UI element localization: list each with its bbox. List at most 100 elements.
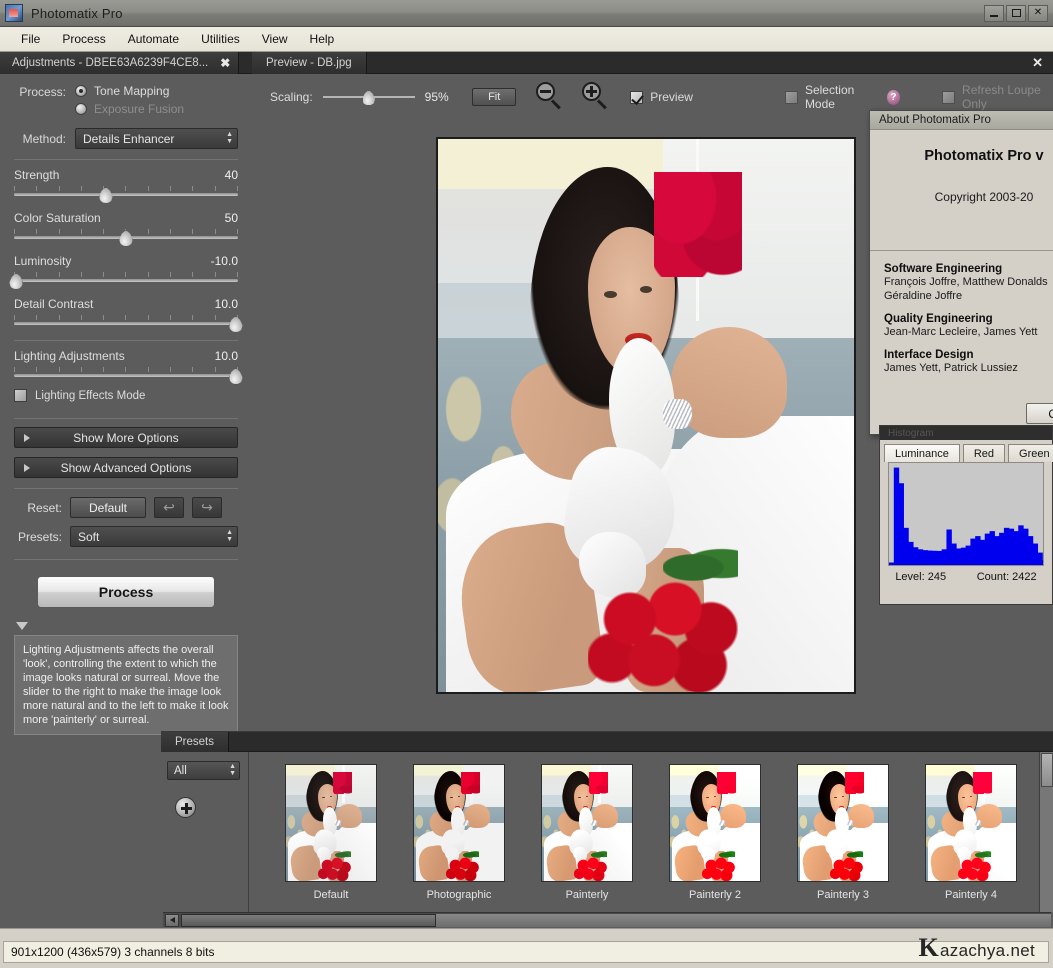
tab-preview[interactable]: Preview - DB.jpg [252,51,367,74]
preset-item[interactable]: Default [267,764,395,912]
tooltip-caret-icon [16,622,28,630]
slider-color-saturation-track[interactable] [14,229,238,247]
preview-image-content [438,139,854,692]
preset-item[interactable]: Painterly 4 [907,764,1035,912]
preset-thumbnail[interactable] [541,764,633,882]
preset-item[interactable]: Painterly [523,764,651,912]
presets-horizontal-scrollbar[interactable] [163,912,1051,927]
histogram-tab-luminance[interactable]: Luminance [884,444,960,462]
menu-process[interactable]: Process [51,29,116,49]
fit-button[interactable]: Fit [472,88,517,106]
scrollbar-trough[interactable] [436,913,1051,927]
show-advanced-options-label: Show Advanced Options [60,460,192,475]
add-preset-icon[interactable] [175,797,196,818]
slider-luminosity-track[interactable] [9,272,238,290]
slider-rail [14,279,238,282]
tab-adjustments-label: Adjustments - DBEE63A6239F4CE8... [12,56,209,69]
presets-row: Presets: Soft ▲ ▼ [14,526,238,547]
scaling-slider[interactable] [322,90,415,106]
histogram-bars [889,467,1043,565]
minimize-button[interactable] [984,4,1004,22]
checkbox-refresh-loupe[interactable]: Refresh Loupe Only [942,83,1053,111]
about-ok-button[interactable]: OK [1026,403,1053,424]
show-advanced-options-button[interactable]: Show Advanced Options [14,457,238,478]
credit-names-interface-design: James Yett, Patrick Lussiez [884,362,1018,374]
scaling-value: 95% [424,90,449,104]
menu-help[interactable]: Help [299,29,346,49]
checkbox-lighting-effects-mode[interactable]: Lighting Effects Mode [14,389,238,402]
maximize-button[interactable] [1006,4,1026,22]
presets-filter-select[interactable]: All ▲ ▼ [167,761,240,780]
slider-rail [14,322,238,325]
slider-strength[interactable]: Strength 40 [14,168,238,204]
slider-lighting-adjustments-track[interactable] [14,367,243,385]
slider-ticks [14,186,238,191]
title-bar: Photomatix Pro ✕ [0,0,1053,27]
menu-automate[interactable]: Automate [117,29,190,49]
preset-thumbnail[interactable] [413,764,505,882]
slider-lighting-adjustments[interactable]: Lighting Adjustments 10.0 [14,349,243,385]
preset-label: Photographic [426,889,492,901]
show-more-options-button[interactable]: Show More Options [14,427,238,448]
chevron-updown-icon: ▲ ▼ [226,131,233,145]
process-button[interactable]: Process [37,576,215,608]
slider-detail-contrast-track[interactable] [14,315,243,333]
preset-thumbnail[interactable] [797,764,889,882]
presets-vertical-scrollbar[interactable] [1039,752,1053,912]
divider-4 [14,488,238,489]
preset-thumbnail[interactable] [285,764,377,882]
scrollbar-thumb[interactable] [1040,753,1053,787]
preview-tabbar: Preview - DB.jpg ✕ [252,51,1053,74]
slider-color-saturation-value: 50 [224,211,238,225]
histogram-panel-titlebar: Histogram [880,426,1052,440]
undo-button[interactable]: ↩ [154,497,184,518]
checkbox-lighting-effects-mode-label: Lighting Effects Mode [35,389,146,402]
slider-luminosity[interactable]: Luminosity -10.0 [9,254,238,290]
zoom-in-icon[interactable] [580,81,608,113]
slider-luminosity-value: -10.0 [210,254,238,268]
tab-close-icon[interactable]: ✖ [220,56,230,70]
preview-close-icon[interactable]: ✕ [1032,55,1043,71]
tab-adjustments[interactable]: Adjustments - DBEE63A6239F4CE8... ✖ [0,51,240,74]
preset-label: Painterly 3 [817,889,869,901]
preset-item[interactable]: Painterly 2 [651,764,779,912]
about-product-name: Photomatix Pro v [924,148,1044,164]
tab-presets[interactable]: Presets [161,731,229,752]
slider-color-saturation[interactable]: Color Saturation 50 [14,211,238,247]
slider-ticks [14,272,238,277]
histogram-tab-red[interactable]: Red [962,444,1006,462]
checkbox-selection-mode[interactable]: Selection Mode [784,83,875,111]
radio-tone-mapping[interactable]: Tone Mapping [75,84,184,98]
chevron-updown-icon: ▲ ▼ [229,763,236,777]
histogram-tab-green[interactable]: Green [1008,444,1053,462]
triangle-right-icon [24,463,30,472]
checkbox-preview[interactable]: Preview [630,90,693,104]
preset-thumbnail[interactable] [925,764,1017,882]
scrollbar-thumb[interactable] [181,913,436,927]
reset-default-button[interactable]: Default [70,497,146,518]
scaling-slider-knob[interactable] [362,90,376,106]
preset-item[interactable]: Photographic [395,764,523,912]
status-bar: 901x1200 (436x579) 3 channels 8 bits K a… [0,928,1053,968]
presets-select[interactable]: Soft ▲ ▼ [70,526,238,547]
preset-label: Default [313,889,349,901]
menu-file[interactable]: File [10,29,51,49]
slider-strength-track[interactable] [14,186,238,204]
watermark: K azachya.net [918,933,1035,963]
help-icon[interactable]: ? [886,89,901,105]
close-button[interactable]: ✕ [1028,4,1048,22]
preview-image[interactable] [436,137,856,694]
presets-filter-value: All [174,764,187,777]
menu-utilities[interactable]: Utilities [190,29,251,49]
method-select[interactable]: Details Enhancer ▲ ▼ [75,128,238,149]
histogram-footer: Level: 245 Count: 2422 [880,566,1052,588]
redo-button[interactable]: ↪ [192,497,222,518]
radio-exposure-fusion[interactable]: Exposure Fusion [75,102,184,116]
preset-thumbnail[interactable] [669,764,761,882]
menu-view[interactable]: View [251,29,299,49]
scroll-left-button[interactable] [165,913,179,927]
process-label: Process: [19,85,66,99]
slider-detail-contrast[interactable]: Detail Contrast 10.0 [14,297,243,333]
zoom-out-icon[interactable] [534,81,562,113]
preset-item[interactable]: Painterly 3 [779,764,907,912]
